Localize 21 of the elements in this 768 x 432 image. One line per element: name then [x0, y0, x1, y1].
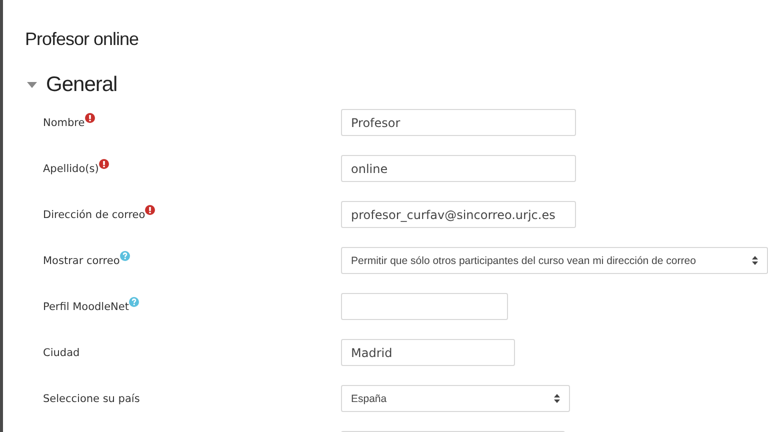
field-label: Nombre: [43, 116, 85, 128]
field-label: Mostrar correo: [43, 254, 120, 266]
field-label: Perfil MoodleNet: [43, 300, 129, 312]
text-field[interactable]: Madrid: [341, 339, 515, 366]
text-field[interactable]: profesor_curfav@sincorreo.urjc.es: [341, 201, 576, 228]
field-label: Seleccione su país: [43, 392, 140, 404]
select-arrows-icon: [554, 394, 560, 403]
help-icon[interactable]: [128, 296, 139, 306]
field-label: Dirección de correo: [43, 208, 146, 220]
help-icon[interactable]: [120, 250, 130, 260]
select-field[interactable]: España: [341, 385, 570, 412]
text-field[interactable]: Profesor: [341, 109, 576, 136]
section-title[interactable]: General: [46, 73, 118, 97]
select-field[interactable]: Permitir que sólo otros participantes del curso vean mi dirección de correo: [341, 247, 768, 274]
page-title: Profesor online: [25, 28, 140, 51]
field-label: Apellido(s): [43, 162, 99, 174]
text-field[interactable]: [341, 293, 508, 320]
text-field[interactable]: online: [341, 155, 576, 182]
caret-icon[interactable]: [27, 82, 37, 88]
select-arrows-icon: [752, 256, 758, 265]
field-label: Ciudad: [43, 346, 80, 358]
